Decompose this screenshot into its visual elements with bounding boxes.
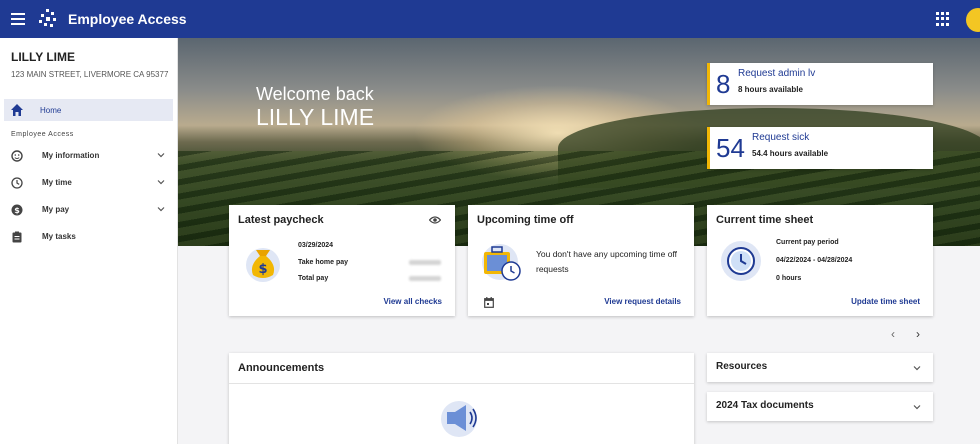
sidebar-item-my-pay[interactable]: $ My pay — [0, 196, 177, 223]
resources-accordion[interactable]: Resources — [707, 353, 933, 382]
stat-subtitle: 8 hours available — [738, 85, 803, 94]
card-title: Current time sheet — [716, 214, 814, 226]
user-avatar[interactable] — [966, 8, 980, 32]
no-time-off-message: You don't have any upcoming time off req… — [536, 249, 678, 274]
request-sick-card[interactable]: 54 Request sick 54.4 hours available — [707, 127, 933, 169]
apps-grid-icon[interactable] — [936, 12, 950, 26]
current-time-sheet-card: Current time sheet Current pay period 04… — [707, 205, 933, 316]
money-bag-icon: $ — [246, 248, 280, 282]
sidebar-item-label: My time — [42, 178, 72, 187]
user-name: LILLY LIME — [11, 50, 76, 64]
carousel-prev-icon[interactable]: ‹ — [891, 327, 895, 341]
card-title: Upcoming time off — [477, 214, 574, 226]
welcome-name: LILLY LIME — [256, 104, 375, 130]
latest-paycheck-card: Latest paycheck $ 03/29/2024 Take home p… — [229, 205, 455, 316]
eye-icon[interactable] — [429, 215, 441, 225]
time-sheet-hours: 0 hours — [776, 275, 802, 282]
svg-text:$: $ — [14, 205, 20, 214]
home-icon — [11, 104, 23, 116]
hamburger-menu-icon[interactable] — [0, 0, 36, 38]
sidebar-item-label: My information — [42, 151, 100, 160]
dollar-icon: $ — [10, 203, 24, 217]
paycheck-date: 03/29/2024 — [298, 242, 334, 249]
stat-title-link[interactable]: Request sick — [752, 132, 809, 143]
card-title: Announcements — [238, 362, 325, 374]
view-request-details-link[interactable]: View request details — [604, 297, 681, 306]
request-admin-leave-card[interactable]: 8 Request admin lv 8 hours available — [707, 63, 933, 105]
person-icon — [10, 149, 24, 163]
luggage-calendar-icon — [482, 244, 521, 281]
take-home-pay-amount-hidden — [409, 260, 441, 265]
chevron-down-icon — [157, 153, 165, 158]
sidebar-item-my-tasks[interactable]: My tasks — [0, 223, 177, 250]
svg-text:$: $ — [258, 262, 267, 277]
sidebar-section-label: Employee Access — [11, 131, 74, 138]
carousel-next-icon[interactable]: › — [916, 327, 920, 341]
app-logo-icon — [36, 7, 60, 31]
accordion-title: Resources — [716, 361, 768, 372]
pay-period-dates: 04/22/2024 - 04/28/2024 — [776, 257, 853, 264]
take-home-pay-label: Take home pay — [298, 259, 349, 266]
sidebar-item-label: Home — [40, 105, 62, 115]
stat-number: 54 — [716, 133, 745, 163]
sidebar-item-label: My tasks — [42, 232, 76, 241]
sidebar-item-my-information[interactable]: My information — [0, 142, 177, 169]
stat-subtitle: 54.4 hours available — [752, 149, 829, 158]
view-all-checks-link[interactable]: View all checks — [383, 297, 442, 306]
total-pay-amount-hidden — [409, 276, 441, 281]
calendar-icon — [484, 297, 494, 308]
top-app-bar: Employee Access — [0, 0, 980, 38]
upcoming-time-off-card: Upcoming time off You don't have any upc… — [468, 205, 694, 316]
accordion-title: 2024 Tax documents — [716, 400, 814, 411]
sidebar: LILLY LIME 123 MAIN STREET, LIVERMORE CA… — [0, 38, 178, 444]
chevron-down-icon — [157, 180, 165, 185]
stat-number: 8 — [716, 69, 731, 99]
sidebar-item-my-time[interactable]: My time — [0, 169, 177, 196]
stat-title-link[interactable]: Request admin lv — [738, 68, 815, 79]
tax-documents-accordion[interactable]: 2024 Tax documents — [707, 392, 933, 421]
user-address: 123 MAIN STREET, LIVERMORE CA 95377 — [11, 70, 169, 79]
announcements-card: Announcements — [229, 353, 694, 444]
clipboard-icon — [10, 230, 24, 244]
chevron-down-icon — [913, 366, 921, 371]
sidebar-item-label: My pay — [42, 205, 70, 214]
update-time-sheet-link[interactable]: Update time sheet — [851, 297, 920, 306]
sidebar-item-home[interactable]: Home — [4, 99, 173, 121]
app-title: Employee Access — [68, 11, 187, 27]
megaphone-icon — [441, 401, 477, 437]
clock-illustration-icon — [721, 241, 761, 281]
clock-icon — [10, 176, 24, 190]
chevron-down-icon — [913, 405, 921, 410]
welcome-heading: Welcome back — [256, 84, 374, 104]
total-pay-label: Total pay — [298, 275, 329, 282]
chevron-down-icon — [157, 207, 165, 212]
card-title: Latest paycheck — [238, 214, 324, 226]
current-pay-period-label: Current pay period — [776, 239, 839, 246]
